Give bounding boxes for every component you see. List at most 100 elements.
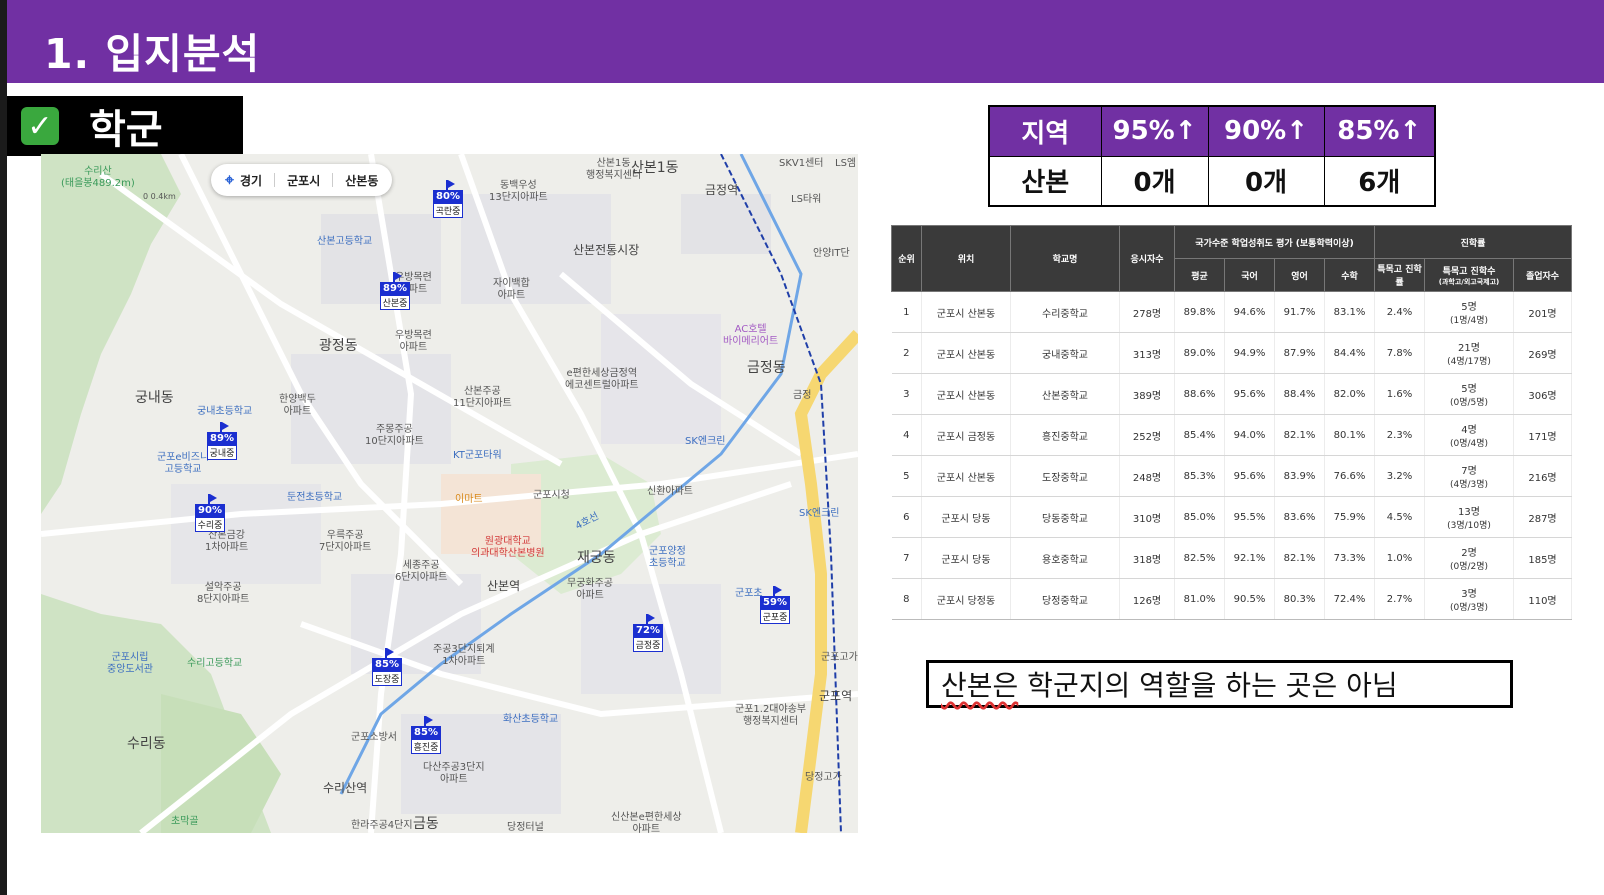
cell-rank: 1	[891, 291, 922, 333]
cell-location: 군포시 당정동	[921, 578, 1011, 620]
check-mark-icon: ✓	[21, 107, 59, 145]
cell-math: 73.3%	[1324, 537, 1375, 579]
map-label-dunjeon: 둔전초등학교	[287, 492, 343, 503]
map-label-geumjeong-ic: 금정	[793, 390, 812, 401]
table-row: 3 군포시 산본동 산본중학교 389명 88.6% 95.6% 88.4% 82.0% 1.6…	[891, 373, 1572, 415]
chip-region-2[interactable]: 군포시	[287, 172, 320, 189]
school-map[interactable]: ⌖ 경기 군포시 산본동 수리산 (태을봉489.2m) 0 0.4km 산본1…	[41, 154, 858, 833]
cell-rate: 3.2%	[1374, 455, 1425, 497]
cell-location: 군포시 당동	[921, 496, 1011, 538]
school-flag-heungjin[interactable]: 85% 흥진중	[411, 716, 441, 754]
map-label-ecent: e편한세상금정역 에코센트럴아파트	[565, 368, 639, 391]
map-label-gwangjeong: 광정동	[319, 338, 358, 354]
map-label-skv1: SKV1센터	[779, 158, 824, 169]
school-flag-suri[interactable]: 90% 수리중	[195, 494, 225, 532]
col-takers: 응시자수	[1119, 225, 1175, 292]
cell-avg: 85.0%	[1174, 496, 1225, 538]
cell-takers: 252명	[1119, 414, 1175, 456]
cell-name: 산본중학교	[1010, 373, 1120, 415]
cell-avg: 88.6%	[1174, 373, 1225, 415]
cell-count-total: 13명	[1458, 507, 1480, 518]
summary-header-95: 95%↑	[1100, 105, 1209, 157]
cell-math: 82.0%	[1324, 373, 1375, 415]
map-background	[41, 154, 858, 833]
col-special-count-sub: (과학고/외고국제고)	[1438, 277, 1500, 286]
map-label-gunpo-library: 군포시립 중앙도서관	[107, 652, 153, 675]
school-ranking-table: 순위 위치 학교명 응시자수 국가수준 학업성취도 평가 (보통학력이상) 진학…	[891, 225, 1572, 620]
map-label-ebiz: 군포e비즈니 고등학교	[157, 452, 210, 475]
flag-school-name: 군포중	[760, 609, 790, 624]
col-group-eval: 국가수준 학업성취도 평가 (보통학력이상)	[1174, 225, 1375, 259]
school-flag-dojang[interactable]: 85% 도장중	[372, 648, 402, 686]
map-label-sanbon1: 산본1동	[631, 160, 679, 176]
cell-rate: 7.8%	[1374, 332, 1425, 374]
map-label-geumjeong-dong: 금정동	[747, 360, 786, 376]
map-label-hanyang: 한양백두 아파트	[279, 394, 316, 417]
cell-kor: 90.5%	[1224, 578, 1275, 620]
cell-count-breakdown: (0명/3명)	[1449, 603, 1489, 613]
cell-kor: 95.6%	[1224, 373, 1275, 415]
chip-region-3[interactable]: 산본동	[345, 172, 378, 189]
col-group-advance: 진학률	[1374, 225, 1572, 259]
table-row: 8 군포시 당정동 당정중학교 126명 81.0% 90.5% 80.3% 72.4% 2.7…	[891, 578, 1572, 620]
map-label-ls-tower: LS타워	[791, 194, 822, 205]
cell-eng: 88.4%	[1274, 373, 1325, 415]
summary-count-95: 0개	[1100, 155, 1209, 207]
chip-region-1[interactable]: 경기	[240, 172, 262, 189]
table-row: 1 군포시 산본동 수리중학교 278명 89.8% 94.6% 91.7% 83.1% 2.4…	[891, 291, 1572, 333]
cell-avg: 82.5%	[1174, 537, 1225, 579]
chip-divider	[274, 173, 276, 187]
cell-grads: 269명	[1513, 332, 1572, 374]
summary-header-row: 지역 95%↑ 90%↑ 85%↑	[988, 105, 1436, 157]
cell-count: 4명 (0명/4명)	[1424, 414, 1514, 456]
cell-count: 13명 (3명/10명)	[1424, 496, 1514, 538]
map-label-mountain: 수리산 (태을봉489.2m)	[61, 166, 135, 189]
summary-region: 산본	[988, 155, 1102, 207]
cell-kor: 95.6%	[1224, 455, 1275, 497]
cell-takers: 126명	[1119, 578, 1175, 620]
cell-eng: 80.3%	[1274, 578, 1325, 620]
flag-percent: 90%	[195, 504, 225, 517]
cell-name: 용호중학교	[1010, 537, 1120, 579]
cell-rank: 5	[891, 455, 922, 497]
map-label-dasan: 다산주공3단지 아파트	[423, 762, 485, 785]
table-row: 6 군포시 당동 당동중학교 310명 85.0% 95.5% 83.6% 75.9% 4.5%…	[891, 496, 1572, 538]
cell-takers: 310명	[1119, 496, 1175, 538]
school-flag-goknan[interactable]: 80% 곡란중	[433, 180, 463, 218]
col-location: 위치	[921, 225, 1011, 292]
cell-rank: 4	[891, 414, 922, 456]
cell-count-breakdown: (4명/17명)	[1447, 357, 1491, 367]
summary-header-90: 90%↑	[1207, 105, 1325, 157]
map-label-gunpo-yangjeong: 군포양정 초등학교	[649, 546, 686, 569]
cell-count: 7명 (4명/3명)	[1424, 455, 1514, 497]
map-label-jai: 자이백합 아파트	[493, 278, 530, 301]
map-label-mugung: 무궁화주공 아파트	[567, 578, 613, 601]
map-label-chomakgol: 초막골	[171, 816, 199, 827]
section-label: ✓ 학군	[7, 96, 243, 156]
cell-location: 군포시 산본동	[921, 455, 1011, 497]
map-label-jaegung: 재궁동	[577, 550, 616, 566]
map-label-sinhwan: 신환아파트	[647, 486, 693, 497]
cell-name: 당동중학교	[1010, 496, 1120, 538]
cell-eng: 91.7%	[1274, 291, 1325, 333]
school-flag-gungnae[interactable]: 89% 궁내중	[207, 422, 237, 460]
map-label-sanbon-high: 산본고등학교	[317, 236, 373, 247]
map-label-gunpo-goga: 군포고가	[821, 652, 858, 663]
map-label-tunnel: 당정터널	[507, 822, 544, 833]
school-flag-geumjeong[interactable]: 72% 금정중	[633, 614, 663, 652]
map-location-chip[interactable]: ⌖ 경기 군포시 산본동	[211, 164, 393, 196]
table-row: 7 군포시 당동 용호중학교 318명 82.5% 92.1% 82.1% 73.3% 1.0%…	[891, 537, 1572, 579]
map-label-anyang-it: 안양IT단	[813, 248, 850, 259]
map-label-ls: LS엠	[835, 158, 857, 169]
cell-math: 72.4%	[1324, 578, 1375, 620]
cell-count-breakdown: (0명/4명)	[1449, 439, 1489, 449]
flag-school-name: 도장중	[372, 671, 402, 686]
cell-kor: 94.9%	[1224, 332, 1275, 374]
school-flag-gunpo[interactable]: 59% 군포중	[760, 586, 790, 624]
map-label-sk-enclean-1: SK엔크린	[685, 436, 726, 447]
map-label-sanbon11: 산본주공 11단지아파트	[453, 386, 512, 409]
cell-location: 군포시 금정동	[921, 414, 1011, 456]
map-label-sanbon-market: 산본전통시장	[573, 243, 640, 257]
cell-grads: 216명	[1513, 455, 1572, 497]
school-flag-sanbon[interactable]: 89% 산본중	[380, 272, 410, 310]
